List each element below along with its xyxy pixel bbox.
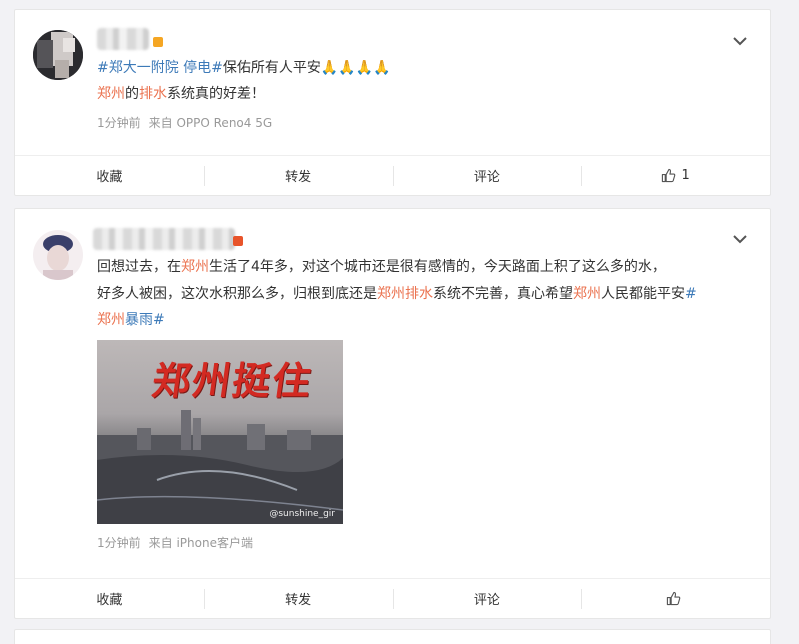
username-blurred[interactable] — [97, 28, 149, 50]
text-segment: 好多人被困，这次水积那么多，归根到底还是 — [97, 286, 377, 302]
thumbs-up-icon — [666, 591, 680, 606]
text-segment: 保佑所有人平安 — [222, 60, 321, 76]
member-badge-icon — [153, 37, 163, 47]
post-time[interactable]: 1分钟前 — [97, 116, 141, 130]
post-meta: 1分钟前 来自 iPhone客户端 — [97, 534, 253, 551]
favorite-button[interactable]: 收藏 — [15, 579, 204, 618]
pray-emoji-icon: 🙏🙏🙏🙏 — [320, 60, 391, 76]
keyword-highlight[interactable]: 郑州 — [377, 286, 405, 302]
keyword-highlight[interactable]: 排水 — [405, 286, 433, 302]
member-badge-icon — [233, 236, 243, 246]
hashtag-link[interactable]: # — [685, 286, 697, 302]
text-segment: 生活了4年多，对这个城市还是很有感情的，今天路面上积了这么多的水， — [209, 259, 666, 275]
feed-card-1: #郑大一附院 停电#保佑所有人平安🙏🙏🙏🙏 郑州的排水系统真的好差！ 1分钟前来… — [14, 9, 771, 196]
chevron-down-icon[interactable] — [730, 232, 750, 246]
repost-button[interactable]: 转发 — [203, 156, 393, 195]
text-segment: 人民都能平安 — [601, 286, 685, 302]
avatar-image — [33, 30, 83, 80]
comment-button[interactable]: 评论 — [392, 579, 582, 618]
hashtag-link[interactable]: # — [153, 312, 165, 328]
hashtag-link[interactable]: #郑大一附院 停电# — [97, 60, 223, 76]
comment-label: 评论 — [473, 170, 500, 185]
action-bar: 收藏 转发 评论 — [15, 578, 770, 618]
post-meta: 1分钟前 来自 OPPO Reno4 5G — [97, 114, 272, 131]
username-blurred[interactable] — [93, 228, 235, 250]
avatar-image — [33, 230, 83, 280]
keyword-highlight[interactable]: 郑州 — [573, 286, 601, 302]
text-segment: 系统不完善，真心希望 — [433, 286, 573, 302]
image-watermark: @sunshine_gir — [269, 509, 335, 519]
post-source: 来自 OPPO Reno4 5G — [148, 116, 273, 130]
repost-label: 转发 — [285, 170, 312, 185]
feed-card-3 — [14, 629, 771, 644]
keyword-highlight[interactable]: 郑州 — [97, 312, 125, 328]
post-image[interactable]: 郑州挺住 @sunshine_gir — [97, 340, 343, 524]
like-button[interactable]: 1 — [581, 156, 770, 195]
post-text-line-3: 郑州暴雨# — [97, 309, 165, 331]
avatar[interactable] — [33, 30, 83, 80]
keyword-highlight[interactable]: 郑州 — [97, 86, 125, 102]
feed-card-2: 回想过去，在郑州生活了4年多，对这个城市还是很有感情的，今天路面上积了这么多的水… — [14, 208, 771, 619]
repost-label: 转发 — [285, 593, 312, 608]
favorite-button[interactable]: 收藏 — [15, 156, 204, 195]
favorite-label: 收藏 — [96, 593, 123, 608]
chevron-down-icon[interactable] — [730, 34, 750, 48]
comment-button[interactable]: 评论 — [392, 156, 582, 195]
comment-label: 评论 — [473, 593, 500, 608]
avatar[interactable] — [33, 230, 83, 280]
post-text-line-2: 郑州的排水系统真的好差！ — [97, 83, 265, 105]
favorite-label: 收藏 — [96, 170, 123, 185]
post-text-line-2: 好多人被困，这次水积那么多，归根到底还是郑州排水系统不完善，真心希望郑州人民都能… — [97, 283, 697, 305]
text-segment: 的 — [125, 86, 139, 102]
keyword-highlight[interactable]: 郑州 — [181, 259, 209, 275]
action-bar: 收藏 转发 评论 1 — [15, 155, 770, 195]
text-segment: 回想过去，在 — [97, 259, 181, 275]
text-segment: 系统真的好差！ — [167, 86, 265, 102]
post-time[interactable]: 1分钟前 — [97, 536, 141, 550]
image-title: 郑州挺住 — [149, 358, 316, 403]
post-source: 来自 iPhone客户端 — [148, 536, 253, 550]
keyword-highlight[interactable]: 排水 — [139, 86, 167, 102]
post-text-line-1: 回想过去，在郑州生活了4年多，对这个城市还是很有感情的，今天路面上积了这么多的水… — [97, 256, 666, 278]
like-button[interactable] — [581, 579, 770, 618]
like-count: 1 — [681, 168, 690, 183]
post-text-line-1: #郑大一附院 停电#保佑所有人平安🙏🙏🙏🙏 — [97, 57, 391, 79]
thumbs-up-icon — [662, 168, 676, 183]
repost-button[interactable]: 转发 — [203, 579, 393, 618]
hashtag-link[interactable]: 暴雨 — [125, 312, 153, 328]
